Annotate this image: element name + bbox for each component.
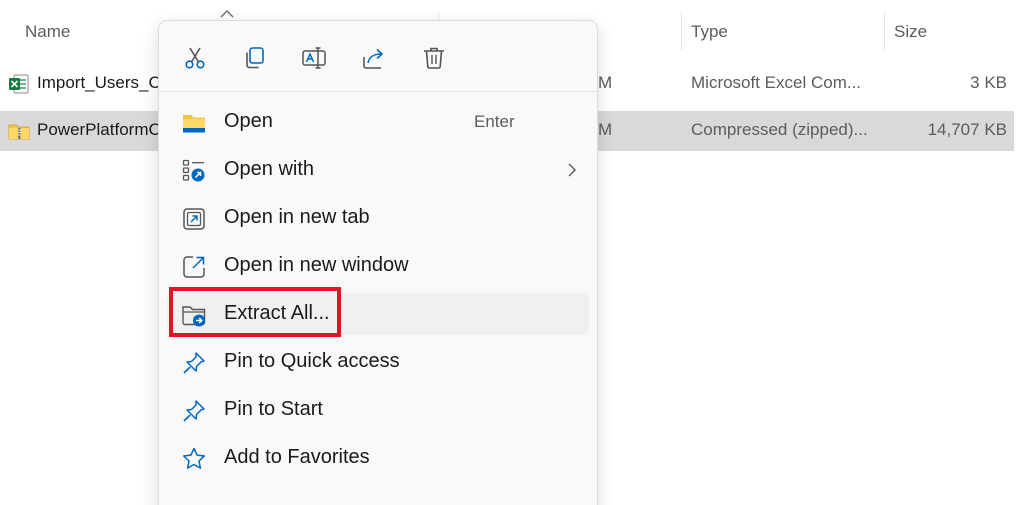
- new-tab-icon: [183, 208, 205, 230]
- file-type: Compressed (zipped)...: [691, 120, 868, 139]
- menu-item-open-with[interactable]: Open with: [167, 149, 589, 191]
- column-divider[interactable]: [681, 12, 682, 50]
- chevron-right-icon: [568, 163, 576, 177]
- menu-item-open[interactable]: Open Enter: [167, 101, 589, 143]
- file-type: Microsoft Excel Com...: [691, 73, 862, 92]
- column-divider[interactable]: [884, 12, 885, 50]
- menu-item-pin-quick-access[interactable]: Pin to Quick access: [167, 341, 589, 383]
- menu-item-label: Open in new tab: [224, 206, 370, 228]
- menu-item-label: Open in new window: [224, 254, 409, 276]
- sort-ascending-icon: [220, 10, 234, 18]
- menu-item-open-new-window[interactable]: Open in new window: [167, 245, 589, 287]
- menu-item-label: Open with: [224, 158, 315, 180]
- delete-icon: [424, 47, 444, 69]
- menu-item-add-favorites[interactable]: Add to Favorites: [167, 437, 589, 479]
- open-with-icon: [182, 159, 205, 182]
- column-header-name[interactable]: Name: [25, 22, 70, 42]
- pin-icon: [183, 352, 205, 374]
- cut-button[interactable]: [178, 41, 212, 75]
- pin-icon: [183, 400, 205, 422]
- rename-button[interactable]: [297, 41, 331, 75]
- new-window-icon: [183, 256, 205, 278]
- menu-item-label: Add to Favorites: [224, 446, 370, 468]
- menu-item-shortcut: Enter: [474, 112, 515, 131]
- menu-item-label: Pin to Start: [224, 398, 323, 420]
- file-name: PowerPlatformC: [37, 120, 161, 139]
- star-icon: [182, 447, 206, 469]
- quick-action-bar: [159, 21, 597, 92]
- folder-icon: [183, 115, 205, 133]
- menu-item-label: Pin to Quick access: [224, 350, 400, 372]
- rename-icon: [302, 47, 326, 69]
- file-size: 14,707 KB: [927, 120, 1007, 139]
- delete-button[interactable]: [417, 41, 451, 75]
- zip-folder-icon: [8, 124, 30, 140]
- menu-item-open-new-tab[interactable]: Open in new tab: [167, 197, 589, 239]
- file-explorer-window: Name Type Size Import_Users_C M Microsof…: [0, 0, 1018, 505]
- menu-item-pin-start[interactable]: Pin to Start: [167, 389, 589, 431]
- column-header-size[interactable]: Size: [894, 22, 927, 42]
- file-date: M: [598, 120, 613, 139]
- file-name: Import_Users_C: [37, 73, 161, 92]
- excel-file-icon: [9, 74, 29, 94]
- copy-icon: [246, 47, 264, 69]
- cut-icon: [185, 47, 205, 69]
- extract-all-highlight: [169, 287, 341, 337]
- file-size: 3 KB: [970, 73, 1007, 92]
- menu-item-label: Open: [224, 110, 273, 132]
- file-date: M: [598, 73, 613, 92]
- share-button[interactable]: [357, 41, 391, 75]
- column-header-type[interactable]: Type: [691, 22, 728, 42]
- share-icon: [363, 48, 384, 69]
- copy-button[interactable]: [237, 41, 271, 75]
- context-menu: Open Enter Open with Open in new tab Ope…: [158, 20, 598, 505]
